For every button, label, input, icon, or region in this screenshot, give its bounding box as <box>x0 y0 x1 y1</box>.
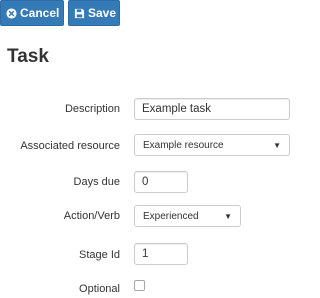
associated-resource-value: Example resource <box>143 139 224 151</box>
days-due-label: Days due <box>73 176 120 188</box>
description-input[interactable]: Example task <box>134 98 290 120</box>
cancel-button-label: Cancel <box>20 6 60 20</box>
optional-checkbox[interactable] <box>134 280 145 291</box>
action-verb-label: Action/Verb <box>63 210 120 222</box>
floppy-disk-icon <box>74 8 85 19</box>
circle-x-icon <box>6 7 17 19</box>
page-title: Task <box>7 46 49 67</box>
optional-label: Optional <box>79 283 120 295</box>
days-due-input[interactable]: 0 <box>134 171 188 193</box>
save-button-label: Save <box>88 6 117 20</box>
caret-down-icon: ▼ <box>273 140 281 150</box>
stage-id-value: 1 <box>142 248 149 260</box>
action-verb-select[interactable]: Experienced ▼ <box>134 205 241 227</box>
action-verb-value: Experienced <box>143 210 199 222</box>
associated-resource-label: Associated resource <box>20 140 120 152</box>
days-due-value: 0 <box>142 176 149 188</box>
associated-resource-select[interactable]: Example resource ▼ <box>134 134 290 156</box>
description-value: Example task <box>142 103 212 115</box>
description-label: Description <box>64 103 120 115</box>
save-button[interactable]: Save <box>68 0 120 26</box>
stage-id-input[interactable]: 1 <box>134 243 188 265</box>
stage-id-label: Stage Id <box>79 249 120 261</box>
cancel-button[interactable]: Cancel <box>0 0 64 26</box>
caret-down-icon: ▼ <box>224 211 232 221</box>
